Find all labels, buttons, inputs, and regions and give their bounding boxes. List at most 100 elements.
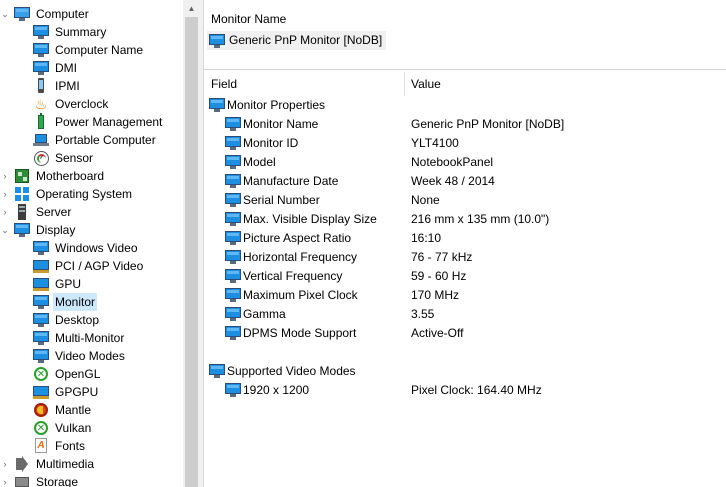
- column-divider[interactable]: [404, 72, 405, 96]
- tree-item-label: IPMI: [55, 79, 80, 93]
- details-panel: Monitor Name Generic PnP Monitor [NoDB] …: [204, 0, 726, 487]
- tree-item-mantle[interactable]: Mantle: [0, 401, 183, 419]
- monitor-icon: [225, 116, 241, 132]
- scroll-up-arrow-icon[interactable]: ▲: [183, 0, 200, 17]
- row-field: Vertical Frequency: [243, 269, 343, 283]
- list-row[interactable]: DPMS Mode Support Active-Off: [204, 324, 726, 343]
- tree-item-gpgpu[interactable]: GPGPU: [0, 383, 183, 401]
- scrollbar-thumb[interactable]: [185, 17, 198, 487]
- tree-item-multi-monitor[interactable]: Multi-Monitor: [0, 329, 183, 347]
- tree-item-operating-system[interactable]: › Operating System: [0, 185, 183, 203]
- tree-item-portable-computer[interactable]: Portable Computer: [0, 131, 183, 149]
- monitor-icon: [225, 173, 241, 189]
- speaker-icon: [14, 456, 30, 472]
- list-row[interactable]: Monitor Name Generic PnP Monitor [NoDB]: [204, 115, 726, 134]
- tree-item-power-management[interactable]: Power Management: [0, 113, 183, 131]
- gauge-icon: [33, 150, 49, 166]
- chevron-down-icon[interactable]: ⌄: [0, 5, 10, 23]
- tree-item-dmi[interactable]: DMI: [0, 59, 183, 77]
- list-row[interactable]: Serial Number None: [204, 191, 726, 210]
- opengl-icon: ✕: [33, 366, 49, 382]
- row-field: Monitor ID: [243, 136, 299, 150]
- tree-item-display[interactable]: ⌄ Display: [0, 221, 183, 239]
- header-title: Monitor Name: [211, 12, 287, 26]
- row-field: DPMS Mode Support: [243, 326, 357, 340]
- header-value: Generic PnP Monitor [NoDB]: [229, 33, 383, 47]
- tree-item-sensor[interactable]: Sensor: [0, 149, 183, 167]
- tree-item-label: Multi-Monitor: [55, 331, 125, 345]
- tree-item-label: GPU: [55, 277, 82, 291]
- tree-item-computer[interactable]: ⌄ Computer: [0, 5, 183, 23]
- column-header-field[interactable]: Field: [211, 72, 237, 96]
- windows-icon: [14, 186, 30, 202]
- list-row[interactable]: Picture Aspect Ratio 16:10: [204, 229, 726, 248]
- divider: [204, 69, 726, 70]
- laptop-icon: [33, 132, 49, 148]
- row-field: Max. Visible Display Size: [243, 212, 377, 226]
- group-title: Monitor Properties: [227, 98, 326, 112]
- row-field: Model: [243, 155, 276, 169]
- list-row[interactable]: Gamma 3.55: [204, 305, 726, 324]
- list-row[interactable]: Model NotebookPanel: [204, 153, 726, 172]
- tree-item-vulkan[interactable]: ✕ Vulkan: [0, 419, 183, 437]
- tree-item-gpu[interactable]: GPU: [0, 275, 183, 293]
- list-row[interactable]: Max. Visible Display Size 216 mm x 135 m…: [204, 210, 726, 229]
- tree-item-label: Monitor: [53, 293, 98, 311]
- monitor-icon: [225, 306, 241, 322]
- tree-item-windows-video[interactable]: Windows Video: [0, 239, 183, 257]
- tree-item-ipmi[interactable]: IPMI: [0, 77, 183, 95]
- tree-item-label: Mantle: [55, 403, 92, 417]
- tree-item-server[interactable]: › Server: [0, 203, 183, 221]
- group-header-monitor-properties[interactable]: Monitor Properties: [204, 96, 726, 115]
- tree-item-label: Multimedia: [36, 457, 95, 471]
- group-header-supported-video-modes[interactable]: Supported Video Modes: [204, 362, 726, 381]
- column-header-value[interactable]: Value: [411, 72, 441, 96]
- tree-item-video-modes[interactable]: Video Modes: [0, 347, 183, 365]
- chevron-right-icon[interactable]: ›: [0, 473, 10, 487]
- chevron-down-icon[interactable]: ⌄: [0, 221, 10, 239]
- row-field: 1920 x 1200: [243, 383, 310, 397]
- chevron-right-icon[interactable]: ›: [0, 203, 10, 221]
- tree-item-overclock[interactable]: ♨ Overclock: [0, 95, 183, 113]
- list-row[interactable]: Horizontal Frequency 76 - 77 kHz: [204, 248, 726, 267]
- vulkan-icon: ✕: [33, 420, 49, 436]
- tree-item-multimedia[interactable]: › Multimedia: [0, 455, 183, 473]
- tree-item-desktop[interactable]: Desktop: [0, 311, 183, 329]
- monitor-icon: [33, 24, 49, 40]
- tree-item-computer-name[interactable]: Computer Name: [0, 41, 183, 59]
- tree-scrollbar[interactable]: ▲: [183, 0, 200, 487]
- computer-icon: [14, 6, 30, 22]
- list-row[interactable]: Monitor ID YLT4100: [204, 134, 726, 153]
- tree-item-label: Display: [36, 223, 76, 237]
- tree-item-label: Fonts: [55, 439, 86, 453]
- row-value: 3.55: [411, 307, 435, 321]
- list-row[interactable]: Vertical Frequency 59 - 60 Hz: [204, 267, 726, 286]
- monitor-icon: [225, 325, 241, 341]
- font-icon: A: [33, 438, 49, 454]
- tree-item-label: DMI: [55, 61, 77, 75]
- chevron-right-icon[interactable]: ›: [0, 185, 10, 203]
- storage-icon: [14, 474, 30, 487]
- monitor-icon: [209, 363, 225, 379]
- list-row[interactable]: Manufacture Date Week 48 / 2014: [204, 172, 726, 191]
- tree-item-label: Summary: [55, 25, 107, 39]
- list-row[interactable]: Maximum Pixel Clock 170 MHz: [204, 286, 726, 305]
- monitor-icon: [225, 192, 241, 208]
- row-value: 170 MHz: [411, 288, 460, 302]
- chevron-right-icon[interactable]: ›: [0, 455, 10, 473]
- tree-item-summary[interactable]: Summary: [0, 23, 183, 41]
- tree-item-pci-agp-video[interactable]: PCI / AGP Video: [0, 257, 183, 275]
- tree-item-storage[interactable]: › Storage: [0, 473, 183, 487]
- tree-item-label: Server: [36, 205, 72, 219]
- tree-item-fonts[interactable]: A Fonts: [0, 437, 183, 455]
- chevron-right-icon[interactable]: ›: [0, 167, 10, 185]
- group-title: Supported Video Modes: [227, 364, 356, 378]
- tree-item-monitor[interactable]: Monitor: [0, 293, 183, 311]
- row-field: Manufacture Date: [243, 174, 339, 188]
- tree-item-motherboard[interactable]: › Motherboard: [0, 167, 183, 185]
- list-row[interactable]: 1920 x 1200 Pixel Clock: 164.40 MHz: [204, 381, 726, 400]
- tree-item-label: Video Modes: [55, 349, 125, 363]
- monitor-icon: [14, 222, 30, 238]
- tree-item-opengl[interactable]: ✕ OpenGL: [0, 365, 183, 383]
- header-value-box: Generic PnP Monitor [NoDB]: [207, 31, 387, 50]
